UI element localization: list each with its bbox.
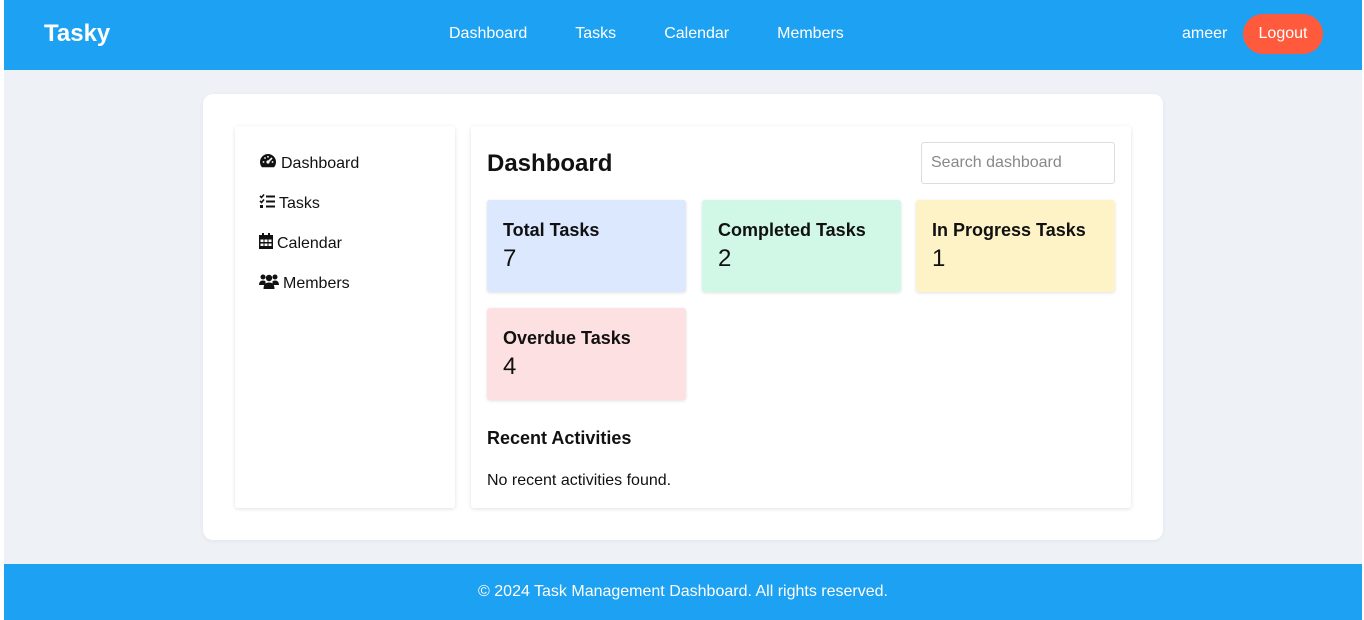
page-title: Dashboard (487, 150, 613, 177)
card-title: In Progress Tasks (932, 220, 1086, 240)
card-value: 7 (503, 245, 517, 272)
sidebar-item-calendar[interactable]: Calendar (259, 233, 342, 254)
users-icon (259, 273, 283, 294)
card-value: 1 (932, 245, 946, 272)
content-container: Dashboard Tasks Calendar Members Dashboa… (203, 94, 1163, 540)
nav-link-tasks[interactable]: Tasks (575, 25, 616, 43)
stat-card-in-progress: In Progress Tasks 1 (916, 200, 1115, 292)
gauge-icon (259, 153, 281, 174)
card-value: 4 (503, 353, 517, 380)
sidebar-item-label: Dashboard (281, 154, 360, 172)
recent-activities-empty-text: No recent activities found. (487, 472, 672, 489)
card-title: Total Tasks (503, 220, 600, 240)
sidebar-item-label: Tasks (279, 194, 320, 212)
sidebar: Dashboard Tasks Calendar Members (235, 126, 455, 508)
calendar-icon (259, 233, 277, 254)
navbar: Tasky Dashboard Tasks Calendar Members a… (4, 0, 1362, 70)
sidebar-item-members[interactable]: Members (259, 273, 350, 294)
brand-logo[interactable]: Tasky (44, 20, 110, 48)
nav-link-members[interactable]: Members (777, 25, 844, 43)
search-input[interactable] (921, 142, 1115, 184)
sidebar-item-dashboard[interactable]: Dashboard (259, 153, 359, 174)
nav-links: Dashboard Tasks Calendar Members (449, 25, 892, 43)
stat-card-overdue: Overdue Tasks 4 (487, 308, 686, 400)
recent-activities-heading: Recent Activities (487, 428, 632, 448)
footer-text: © 2024 Task Management Dashboard. All ri… (478, 583, 888, 600)
stat-card-completed: Completed Tasks 2 (702, 200, 901, 292)
checklist-icon (259, 193, 279, 214)
main-panel: Dashboard Total Tasks 7 Completed Tasks … (471, 126, 1131, 508)
sidebar-item-label: Calendar (277, 234, 342, 252)
footer: © 2024 Task Management Dashboard. All ri… (4, 564, 1362, 620)
card-title: Completed Tasks (718, 220, 866, 240)
card-title: Overdue Tasks (503, 328, 631, 348)
logout-button[interactable]: Logout (1243, 14, 1323, 54)
nav-link-dashboard[interactable]: Dashboard (449, 25, 527, 43)
nav-link-calendar[interactable]: Calendar (664, 25, 729, 43)
page: Tasky Dashboard Tasks Calendar Members a… (4, 0, 1362, 620)
sidebar-item-label: Members (283, 274, 350, 292)
stat-card-total: Total Tasks 7 (487, 200, 686, 292)
sidebar-item-tasks[interactable]: Tasks (259, 193, 320, 214)
username: ameer (1182, 25, 1228, 42)
card-value: 2 (718, 245, 732, 272)
